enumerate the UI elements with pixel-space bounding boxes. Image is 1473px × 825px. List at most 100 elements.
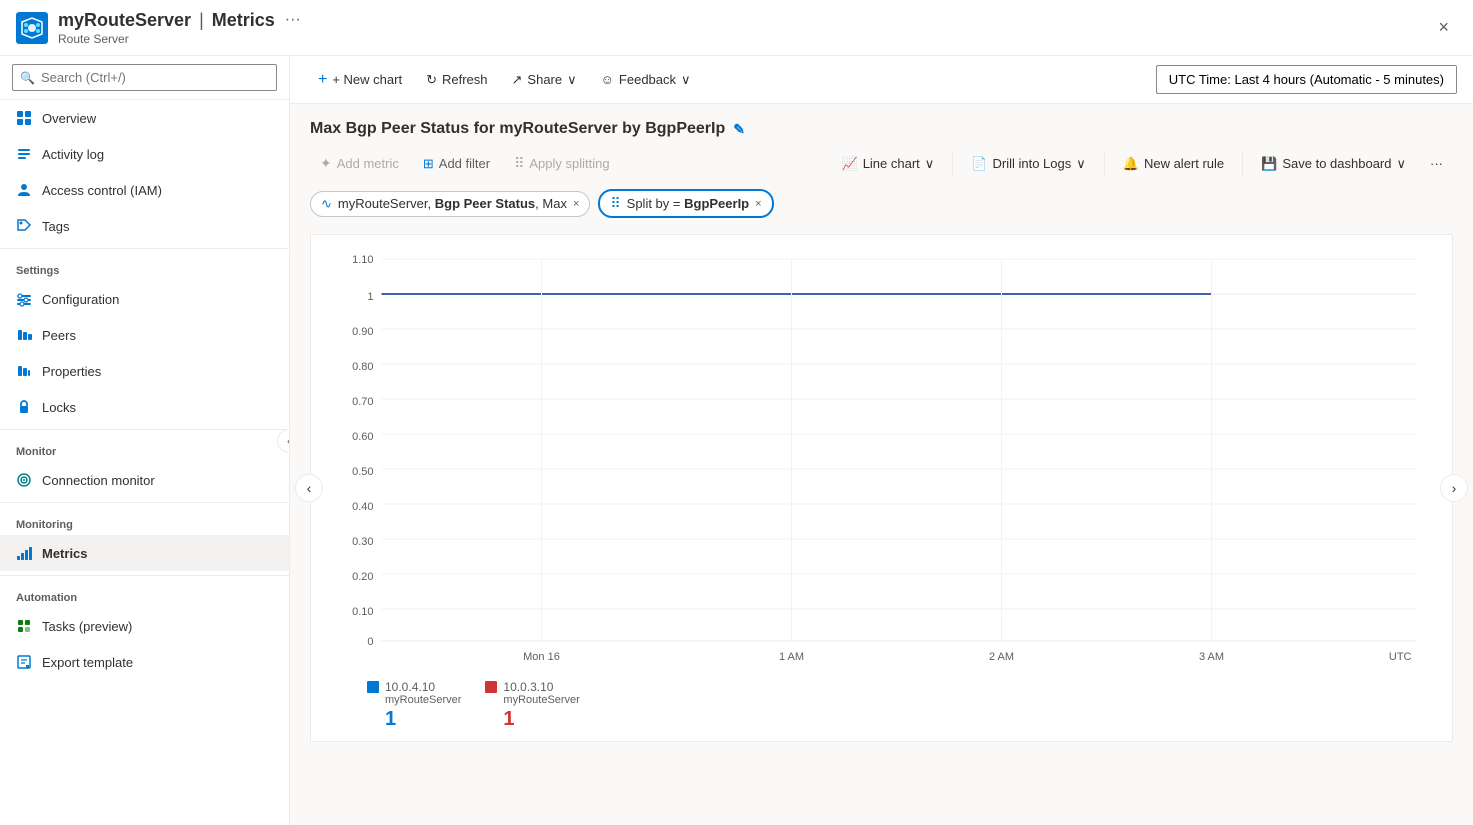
sidebar-item-activity-log[interactable]: Activity log xyxy=(0,136,289,172)
metrics-label: Metrics xyxy=(42,546,88,561)
metric-tag[interactable]: ∿ myRouteServer, Bgp Peer Status, Max × xyxy=(310,191,590,217)
apply-splitting-label: Apply splitting xyxy=(529,156,609,171)
export-template-icon xyxy=(16,654,32,670)
svg-text:0.30: 0.30 xyxy=(352,536,373,548)
new-alert-rule-label: New alert rule xyxy=(1144,156,1224,171)
line-chart-button[interactable]: 📈 Line chart ∨ xyxy=(832,151,945,177)
properties-icon xyxy=(16,363,32,379)
connection-monitor-label: Connection monitor xyxy=(42,473,155,488)
legend-value-1: 1 xyxy=(385,708,461,731)
activity-log-label: Activity log xyxy=(42,147,104,162)
configuration-label: Configuration xyxy=(42,292,119,307)
title-info: myRouteServer | Metrics ··· Route Server xyxy=(58,10,307,46)
save-icon: 💾 xyxy=(1261,156,1277,172)
resource-type: Route Server xyxy=(58,32,307,46)
sidebar-item-tasks[interactable]: Tasks (preview) xyxy=(0,608,289,644)
toolbar-divider-1 xyxy=(952,152,953,176)
svg-text:0.90: 0.90 xyxy=(352,326,373,338)
drill-into-logs-label: Drill into Logs xyxy=(992,156,1071,171)
share-button[interactable]: ↗ Share ∨ xyxy=(500,66,589,94)
search-input[interactable] xyxy=(12,64,277,91)
close-button[interactable]: × xyxy=(1430,13,1457,42)
feedback-chevron-icon: ∨ xyxy=(681,72,691,88)
metric-tag-label: myRouteServer, Bgp Peer Status, Max xyxy=(338,196,567,211)
add-metric-button[interactable]: ✦ Add metric xyxy=(310,150,409,177)
export-template-label: Export template xyxy=(42,655,133,670)
tags-label: Tags xyxy=(42,219,69,234)
title-separator: | xyxy=(199,10,204,31)
svg-text:1: 1 xyxy=(367,291,373,303)
line-chart-icon: 📈 xyxy=(842,156,858,172)
connection-monitor-icon xyxy=(16,472,32,488)
legend-top-1: 10.0.4.10 xyxy=(367,680,461,694)
split-tag[interactable]: ⠿ Split by = BgpPeerIp × xyxy=(598,189,773,218)
more-options-button[interactable]: ··· xyxy=(1420,151,1453,176)
sidebar-item-overview[interactable]: Overview xyxy=(0,100,289,136)
section-settings: Settings xyxy=(0,248,289,281)
sidebar-item-peers[interactable]: Peers xyxy=(0,317,289,353)
chart-nav-right-button[interactable]: › xyxy=(1440,474,1468,502)
title-ellipsis[interactable]: ··· xyxy=(279,11,307,29)
feedback-icon: ☺ xyxy=(601,72,614,87)
apply-splitting-button[interactable]: ⠿ Apply splitting xyxy=(504,150,619,177)
share-icon: ↗ xyxy=(512,72,523,88)
locks-icon xyxy=(16,399,32,415)
feedback-button[interactable]: ☺ Feedback ∨ xyxy=(589,66,703,94)
right-toolbar: 📈 Line chart ∨ 📄 Drill into Logs ∨ 🔔 New… xyxy=(832,151,1454,177)
resource-name: myRouteServer xyxy=(58,10,191,31)
chart-legend: 10.0.4.10 myRouteServer 1 10.0.3.10 myRo… xyxy=(327,680,1436,731)
time-range-button[interactable]: UTC Time: Last 4 hours (Automatic - 5 mi… xyxy=(1156,65,1457,94)
chart-title: Max Bgp Peer Status for myRouteServer by… xyxy=(310,120,745,138)
section-name: Metrics xyxy=(212,10,275,31)
app-icon xyxy=(16,12,48,44)
chart-nav-left-button[interactable]: ‹ xyxy=(295,474,323,502)
svg-text:0.50: 0.50 xyxy=(352,466,373,478)
refresh-icon: ↻ xyxy=(426,72,437,88)
search-icon: 🔍 xyxy=(20,71,35,85)
sidebar-item-access-control[interactable]: Access control (IAM) xyxy=(0,172,289,208)
tags-icon xyxy=(16,218,32,234)
drill-logs-chevron: ∨ xyxy=(1076,156,1086,172)
sidebar-item-configuration[interactable]: Configuration xyxy=(0,281,289,317)
metric-tag-close-icon[interactable]: × xyxy=(573,198,579,210)
svg-text:3 AM: 3 AM xyxy=(1199,651,1224,663)
access-control-label: Access control (IAM) xyxy=(42,183,162,198)
legend-value-2: 1 xyxy=(503,708,579,731)
sidebar-item-tags[interactable]: Tags xyxy=(0,208,289,244)
split-tag-close-icon[interactable]: × xyxy=(755,198,761,210)
section-monitoring: Monitoring xyxy=(0,502,289,535)
legend-resource-1: myRouteServer xyxy=(385,694,461,706)
feedback-label: Feedback xyxy=(619,72,676,87)
line-chart-chevron: ∨ xyxy=(925,156,935,172)
new-chart-button[interactable]: + + New chart xyxy=(306,65,414,95)
sidebar-item-metrics[interactable]: Metrics xyxy=(0,535,289,571)
svg-text:0.70: 0.70 xyxy=(352,396,373,408)
svg-text:0.10: 0.10 xyxy=(352,606,373,618)
add-filter-button[interactable]: ⊞ Add filter xyxy=(413,151,500,177)
add-filter-icon: ⊞ xyxy=(423,156,434,172)
new-alert-rule-button[interactable]: 🔔 New alert rule xyxy=(1113,151,1234,177)
share-label: Share xyxy=(527,72,562,87)
svg-text:0.60: 0.60 xyxy=(352,431,373,443)
overview-label: Overview xyxy=(42,111,96,126)
save-to-dashboard-button[interactable]: 💾 Save to dashboard ∨ xyxy=(1251,151,1416,177)
sidebar-item-properties[interactable]: Properties xyxy=(0,353,289,389)
sidebar-item-export-template[interactable]: Export template xyxy=(0,644,289,680)
section-monitor: Monitor xyxy=(0,429,289,462)
sidebar-item-locks[interactable]: Locks xyxy=(0,389,289,425)
chart-edit-icon[interactable]: ✎ xyxy=(733,121,745,138)
toolbar-divider-2 xyxy=(1104,152,1105,176)
sidebar-item-connection-monitor[interactable]: Connection monitor xyxy=(0,462,289,498)
drill-into-logs-button[interactable]: 📄 Drill into Logs ∨ xyxy=(961,151,1095,177)
save-to-dashboard-label: Save to dashboard xyxy=(1282,156,1391,171)
peers-label: Peers xyxy=(42,328,76,343)
legend-item-2: 10.0.3.10 myRouteServer 1 xyxy=(485,680,579,731)
tasks-icon xyxy=(16,618,32,634)
save-chevron: ∨ xyxy=(1396,156,1406,172)
refresh-button[interactable]: ↻ Refresh xyxy=(414,66,499,94)
chart-title-text: Max Bgp Peer Status for myRouteServer by… xyxy=(310,120,725,138)
overview-icon xyxy=(16,110,32,126)
alert-icon: 🔔 xyxy=(1123,156,1139,172)
svg-text:2 AM: 2 AM xyxy=(989,651,1014,663)
add-metric-icon: ✦ xyxy=(320,155,332,172)
